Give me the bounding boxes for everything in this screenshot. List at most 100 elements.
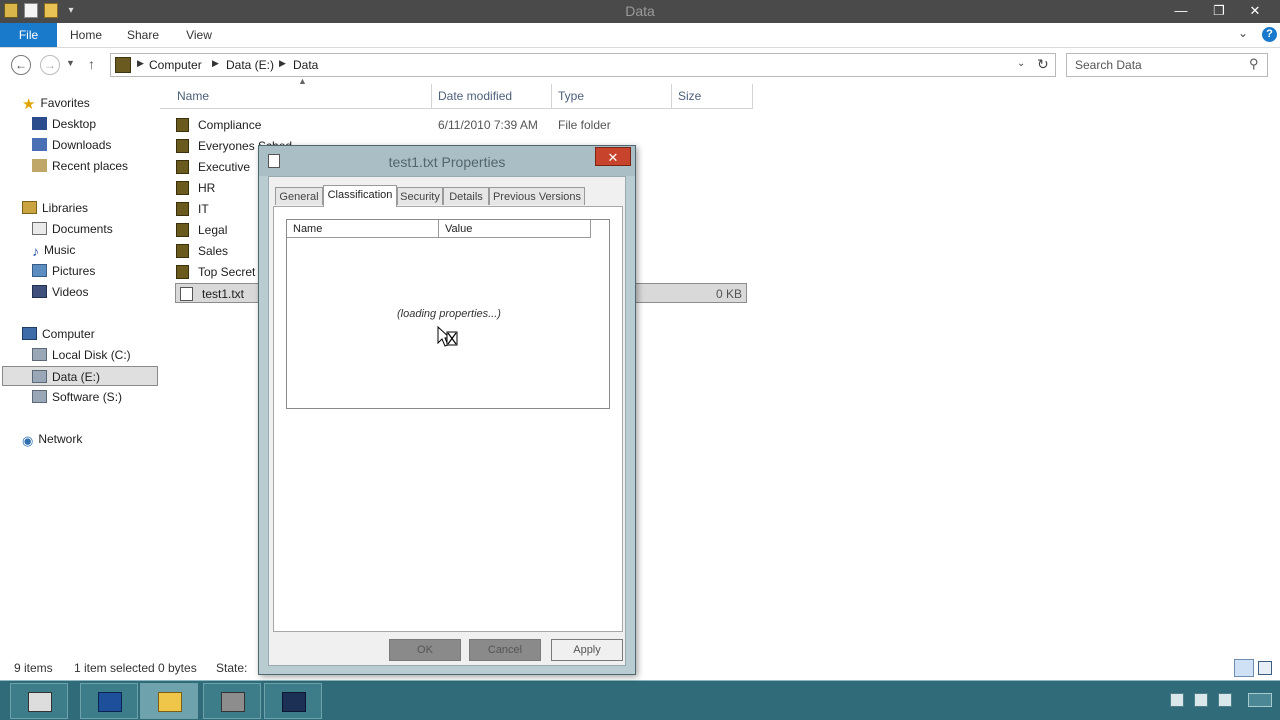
dialog-close-button[interactable]: ✕	[595, 147, 631, 166]
column-header-date[interactable]: Date modified	[432, 84, 552, 109]
recent-locations-button[interactable]: ▼	[66, 58, 75, 68]
address-dropdown-icon[interactable]: ⌄	[1017, 58, 1025, 69]
computer-icon	[22, 327, 37, 340]
file-name: Legal	[198, 223, 228, 237]
nav-libraries[interactable]: Libraries	[22, 198, 88, 218]
terminal-icon	[282, 692, 306, 712]
address-bar[interactable]: ▶ Computer ▶ Data (E:) ▶ Data ⌄ ↻	[110, 53, 1056, 77]
file-date: 6/11/2010 7:39 AM	[438, 118, 538, 132]
nav-computer[interactable]: Computer	[22, 324, 95, 344]
network-icon: ◉	[22, 433, 34, 448]
details-view-icon[interactable]	[1234, 659, 1254, 677]
taskbar-file-explorer[interactable]	[140, 683, 198, 719]
nav-software-s[interactable]: Software (S:)	[32, 387, 122, 407]
taskbar-resource-manager[interactable]	[203, 683, 261, 719]
taskbar-server-manager[interactable]	[10, 683, 68, 719]
dialog-buttons: OK Cancel Apply	[269, 639, 627, 665]
help-icon[interactable]: ?	[1262, 27, 1277, 42]
folder-icon	[176, 223, 189, 237]
file-row[interactable]: Compliance 6/11/2010 7:39 AM File folder	[176, 115, 748, 135]
search-input[interactable]: Search Data	[1075, 58, 1142, 72]
property-header-value[interactable]: Value	[439, 220, 591, 238]
tab-share[interactable]: Share	[116, 23, 170, 47]
properties-dialog: test1.txt Properties ✕ General Classific…	[258, 145, 636, 675]
tab-general[interactable]: General	[275, 187, 323, 205]
selection-count: 1 item selected	[74, 661, 155, 675]
dialog-titlebar[interactable]: test1.txt Properties ✕	[259, 146, 635, 176]
sort-ascending-icon: ▲	[298, 76, 307, 86]
breadcrumb-computer[interactable]: Computer	[149, 58, 202, 72]
folder-icon	[176, 118, 189, 132]
nav-music[interactable]: ♪ Music	[32, 240, 75, 260]
action-center-icon[interactable]	[1170, 693, 1184, 707]
ribbon-tabs: File Home Share View ⌄ ?	[0, 23, 1280, 48]
nav-network[interactable]: ◉ Network	[22, 429, 82, 449]
refresh-icon[interactable]: ↻	[1037, 56, 1049, 73]
nav-documents[interactable]: Documents	[32, 219, 113, 239]
dialog-title: test1.txt Properties	[388, 154, 506, 170]
breadcrumb-separator-icon[interactable]: ▶	[137, 58, 144, 69]
tab-previous-versions[interactable]: Previous Versions	[489, 187, 585, 205]
window-title: Data	[625, 3, 655, 19]
apply-button[interactable]: Apply	[551, 639, 623, 661]
property-header-name[interactable]: Name	[287, 220, 439, 238]
taskbar-command-prompt[interactable]	[264, 683, 322, 719]
item-count: 9 items	[14, 661, 53, 675]
property-list[interactable]: Name Value (loading properties...)	[286, 219, 610, 409]
column-header-type[interactable]: Type	[552, 84, 672, 109]
back-button[interactable]: ←	[11, 55, 31, 75]
window-titlebar: ▾ Data — ❐ ✕	[0, 0, 1280, 23]
tab-file[interactable]: File	[0, 23, 57, 47]
column-header-name[interactable]: Name	[160, 84, 432, 109]
search-icon[interactable]: ⚲	[1249, 56, 1259, 72]
close-window-button[interactable]: ✕	[1238, 0, 1272, 22]
nav-favorites[interactable]: ★ Favorites	[22, 93, 90, 113]
nav-local-disk-c[interactable]: Local Disk (C:)	[32, 345, 131, 365]
expand-ribbon-icon[interactable]: ⌄	[1238, 26, 1248, 40]
minimize-button[interactable]: —	[1164, 0, 1198, 22]
cancel-button[interactable]: Cancel	[469, 639, 541, 661]
tab-security[interactable]: Security	[397, 187, 443, 205]
property-list-headers: Name Value	[287, 220, 591, 238]
nav-desktop[interactable]: Desktop	[32, 114, 96, 134]
maximize-button[interactable]: ❐	[1202, 0, 1236, 22]
breadcrumb-data-folder[interactable]: Data	[293, 58, 318, 72]
folder-icon	[176, 139, 189, 153]
breadcrumb-data-drive[interactable]: Data (E:)	[226, 58, 274, 72]
volume-icon[interactable]	[1218, 693, 1232, 707]
nav-label: Network	[38, 432, 83, 446]
nav-label: Software (S:)	[52, 390, 123, 404]
large-icons-view-icon[interactable]	[1258, 661, 1272, 675]
ok-button[interactable]: OK	[389, 639, 461, 661]
drive-icon	[32, 390, 47, 403]
downloads-icon	[32, 138, 47, 151]
nav-data-drive-e[interactable]: Data (E:)	[2, 366, 158, 386]
nav-label: Documents	[52, 222, 113, 236]
show-desktop-button[interactable]	[1248, 693, 1272, 707]
location-icon	[115, 57, 131, 73]
tab-classification[interactable]: Classification	[323, 185, 397, 207]
search-box[interactable]: Search Data ⚲	[1066, 53, 1268, 77]
column-header-size[interactable]: Size	[672, 84, 753, 109]
resource-manager-icon	[221, 692, 245, 712]
up-button[interactable]: ↑	[88, 56, 95, 72]
taskbar-powershell[interactable]	[80, 683, 138, 719]
nav-label: Local Disk (C:)	[52, 348, 131, 362]
nav-recent-places[interactable]: Recent places	[32, 156, 128, 176]
network-status-icon[interactable]	[1194, 693, 1208, 707]
music-icon: ♪	[32, 243, 39, 259]
nav-videos[interactable]: Videos	[32, 282, 88, 302]
file-size: 0 KB	[715, 287, 742, 301]
tab-view[interactable]: View	[174, 23, 224, 47]
navigation-pane: ★ Favorites Desktop Downloads Recent plac…	[0, 84, 160, 654]
forward-button[interactable]: →	[40, 55, 60, 75]
nav-label: Data (E:)	[52, 370, 101, 384]
breadcrumb-separator-icon[interactable]: ▶	[279, 58, 286, 69]
nav-downloads[interactable]: Downloads	[32, 135, 111, 155]
star-icon: ★	[22, 96, 36, 113]
drive-icon	[32, 348, 47, 361]
tab-home[interactable]: Home	[60, 23, 112, 47]
breadcrumb-separator-icon[interactable]: ▶	[212, 58, 219, 69]
nav-pictures[interactable]: Pictures	[32, 261, 95, 281]
tab-details[interactable]: Details	[443, 187, 489, 205]
